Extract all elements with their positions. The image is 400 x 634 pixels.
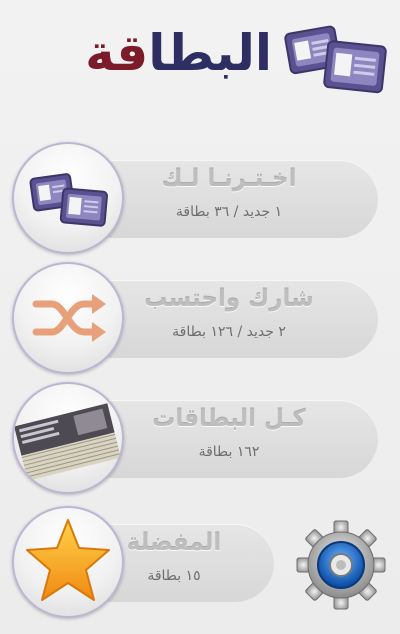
logo-text-accent: قة — [85, 24, 150, 82]
menu-icon-circle[interactable] — [12, 142, 124, 254]
logo-cards-icon — [284, 25, 387, 94]
star-icon — [26, 519, 110, 601]
menu-item-subtitle: ٢ جديد / ١٢٦ بطاقة — [172, 324, 286, 340]
logo-text: البطاقة — [12, 18, 274, 88]
cards-icon — [29, 173, 108, 227]
menu-item-title: كـل البطاقات — [152, 406, 306, 432]
menu-item-share[interactable]: شارك واحتسب ٢ جديد / ١٢٦ بطاقة — [12, 262, 378, 374]
gear-icon[interactable] — [296, 520, 386, 610]
shuffle-icon — [32, 294, 106, 342]
menu-icon-circle[interactable] — [12, 262, 124, 374]
menu-item-subtitle: ١ جديد / ٣٦ بطاقة — [175, 204, 283, 220]
menu-icon-circle[interactable] — [12, 382, 124, 494]
logo-text-main: البطا — [148, 24, 274, 82]
menu-item-title: اخـتـرنـا لـك — [161, 166, 297, 192]
app-logo: البطاقة — [0, 0, 400, 110]
menu-item-subtitle: ١٦٢ بطاقة — [198, 444, 260, 460]
card-stack-icon — [14, 403, 121, 481]
menu-item-chosen-for-you[interactable]: اخـتـرنـا لـك ١ جديد / ٣٦ بطاقة — [12, 142, 378, 254]
menu-item-title: شارك واحتسب — [144, 286, 314, 312]
menu-item-all-cards[interactable]: كـل البطاقات ١٦٢ بطاقة — [12, 382, 378, 494]
menu-icon-circle[interactable] — [12, 506, 124, 618]
